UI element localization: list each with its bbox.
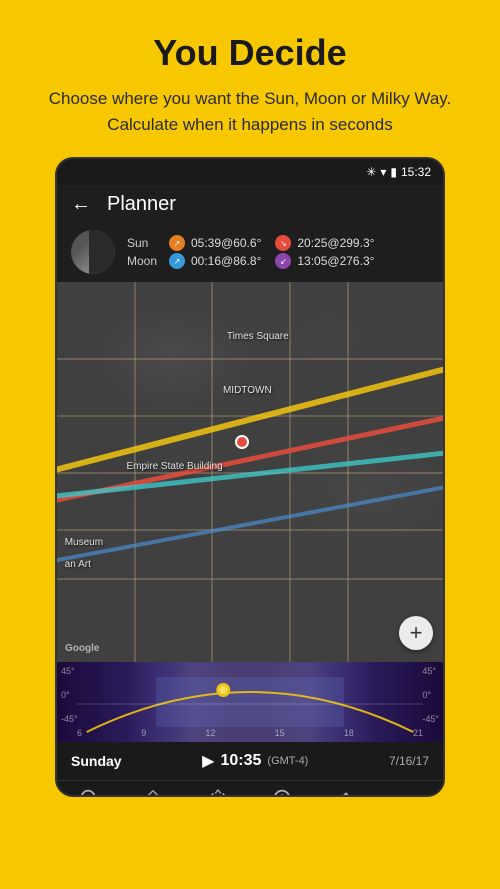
night-ar-icon — [207, 787, 229, 797]
bluetooth-icon: ✳ — [366, 165, 376, 179]
moon-rise-icon: ↗ — [169, 253, 185, 269]
status-bar: ✳ ▾ ▮ 15:32 — [57, 159, 443, 185]
chart-area: 45° 0° -45° 45° 0° -45° 6 9 12 15 18 21 — [57, 662, 443, 742]
midtown-label: MIDTOWN — [223, 385, 272, 396]
timezone: (GMT-4) — [267, 755, 308, 767]
plus-icon: + — [410, 620, 423, 646]
map-area[interactable]: Times Square MIDTOWN Empire State Buildi… — [57, 282, 443, 662]
phone-frame: ✳ ▾ ▮ 15:32 ← Planner Sun ↗ 05:39@60.6° … — [55, 157, 445, 797]
bottom-info: Sunday ▶ 10:35 (GMT-4) 7/16/17 — [57, 742, 443, 780]
wifi-icon: ▾ — [380, 165, 386, 179]
bottom-nav: Find AR — [57, 780, 443, 797]
status-time: 15:32 — [401, 165, 431, 179]
sun-label: Sun — [127, 236, 163, 250]
chart-right-mid: 0° — [422, 690, 439, 700]
nav-item-more[interactable]: More — [386, 787, 436, 797]
date-info: 7/16/17 — [389, 754, 429, 768]
nav-item-find[interactable]: Find — [64, 787, 114, 797]
times-square-label: Times Square — [227, 331, 289, 342]
chart-times: 6 9 12 15 18 21 — [77, 728, 423, 738]
main-title: You Decide — [40, 32, 460, 74]
time-info: ▶ 10:35 (GMT-4) — [202, 751, 308, 771]
day-name: Sunday — [71, 753, 122, 769]
location-dot — [235, 435, 249, 449]
top-section: You Decide Choose where you want the Sun… — [0, 0, 500, 157]
museum-label: Museum — [65, 537, 103, 548]
time-21: 21 — [413, 728, 423, 738]
moon-set-time: 13:05@276.3° — [297, 254, 374, 268]
find-icon — [78, 787, 100, 797]
sun-rise-time: 05:39@60.6° — [191, 236, 261, 250]
nav-item-save[interactable]: Save — [321, 787, 371, 797]
chart-left-bot: -45° — [61, 714, 78, 724]
moon-row: Moon ↗ 00:16@86.8° ↙ 13:05@276.3° — [127, 253, 374, 269]
empire-state-label: Empire State Building — [126, 461, 222, 472]
load-icon — [271, 787, 293, 797]
status-icons: ✳ ▾ ▮ 15:32 — [366, 165, 431, 179]
sun-row: Sun ↗ 05:39@60.6° ↘ 20:25@299.3° — [127, 235, 374, 251]
moon-set-icon: ↙ — [275, 253, 291, 269]
plus-button[interactable]: + — [399, 616, 433, 650]
time-15: 15 — [275, 728, 285, 738]
chart-right-top: 45° — [422, 666, 439, 676]
nav-item-load[interactable]: Load — [257, 787, 307, 797]
nav-item-night-ar[interactable]: Night AR — [193, 787, 243, 797]
back-button[interactable]: ← — [71, 193, 91, 216]
google-watermark: Google — [65, 643, 99, 654]
chart-left-mid: 0° — [61, 690, 78, 700]
time-18: 18 — [344, 728, 354, 738]
save-icon — [335, 787, 357, 797]
moon-rise-time: 00:16@86.8° — [191, 254, 261, 268]
time-6: 6 — [77, 728, 82, 738]
sun-set-time: 20:25@299.3° — [297, 236, 374, 250]
time-9: 9 — [141, 728, 146, 738]
chart-right-bot: -45° — [422, 714, 439, 724]
chart-axis-right: 45° 0° -45° — [422, 666, 439, 724]
art-label: an Art — [65, 559, 91, 570]
moon-icon — [71, 230, 115, 274]
nav-item-ar[interactable]: AR — [128, 787, 178, 797]
current-time: 10:35 — [220, 752, 261, 770]
app-title: Planner — [107, 193, 176, 216]
celestial-rows: Sun ↗ 05:39@60.6° ↘ 20:25@299.3° Moon ↗ … — [127, 235, 374, 269]
ar-icon — [142, 787, 164, 797]
app-header: ← Planner — [57, 185, 443, 224]
sun-set-icon: ↘ — [275, 235, 291, 251]
time-12: 12 — [205, 728, 215, 738]
battery-icon: ▮ — [390, 165, 397, 179]
chart-axis-left: 45° 0° -45° — [61, 666, 78, 724]
sun-rise-icon: ↗ — [169, 235, 185, 251]
moon-label: Moon — [127, 254, 163, 268]
celestial-info: Sun ↗ 05:39@60.6° ↘ 20:25@299.3° Moon ↗ … — [57, 224, 443, 282]
sub-title: Choose where you want the Sun, Moon or M… — [40, 86, 460, 137]
more-icon — [400, 787, 422, 797]
play-button[interactable]: ▶ — [202, 751, 214, 771]
chart-left-top: 45° — [61, 666, 78, 676]
